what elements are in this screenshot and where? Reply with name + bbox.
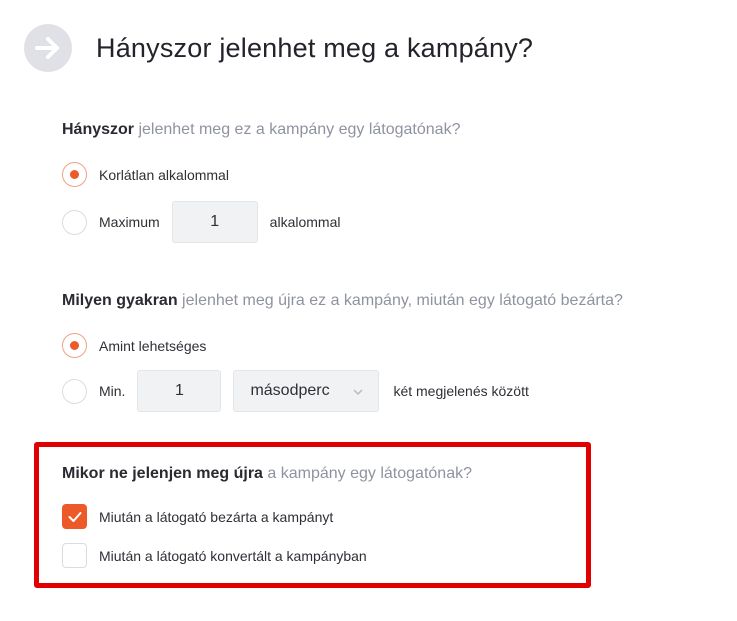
radio-label-suffix: alkalommal <box>269 214 341 230</box>
arrow-right-icon[interactable] <box>24 24 72 72</box>
chevron-down-icon <box>352 385 364 403</box>
max-count-input[interactable]: 1 <box>171 201 258 243</box>
question-rest: a kampány egy látogatónak? <box>262 465 472 482</box>
interval-unit-select[interactable]: másodperc <box>233 370 380 412</box>
question-frequency-count: Hányszor jelenhet meg ez a kampány egy l… <box>62 120 460 140</box>
checkbox-option-closed[interactable]: Miután a látogató bezárta a kampányt <box>62 504 333 529</box>
question-rest: jelenhet meg ez a kampány egy látogatóna… <box>134 121 461 138</box>
question-strong: Milyen gyakran <box>62 292 178 309</box>
radio-option-asap[interactable]: Amint lehetséges <box>62 333 206 358</box>
question-strong: Hányszor <box>62 121 135 138</box>
select-value: másodperc <box>250 382 330 399</box>
page-title: Hányszor jelenhet meg a kampány? <box>96 32 534 63</box>
checkbox-label: Miután a látogató bezárta a kampányt <box>99 508 334 525</box>
radio-button[interactable] <box>62 378 87 404</box>
radio-label: Amint lehetséges <box>99 337 207 354</box>
radio-option-unlimited[interactable]: Korlátlan alkalommal <box>62 162 229 187</box>
radio-label-prefix: Min. <box>99 383 126 399</box>
radio-option-min-interval[interactable]: Min. 1 másodperc két megjelenés között <box>62 370 529 412</box>
question-strong: Mikor ne jelenjen meg újra <box>62 465 263 482</box>
radio-button[interactable] <box>62 209 87 235</box>
question-stop-showing: Mikor ne jelenjen meg újra a kampány egy… <box>62 464 472 484</box>
question-frequency-interval: Milyen gyakran jelenhet meg újra ez a ka… <box>62 291 623 311</box>
question-rest: jelenhet meg újra ez a kampány, miután e… <box>177 292 623 309</box>
radio-label-prefix: Maximum <box>99 214 160 230</box>
checkbox[interactable] <box>62 543 87 568</box>
min-interval-input[interactable]: 1 <box>137 370 222 412</box>
check-icon <box>68 511 81 522</box>
radio-label-suffix: két megjelenés között <box>393 383 529 399</box>
radio-button-checked[interactable] <box>62 333 87 358</box>
checkbox-checked[interactable] <box>62 504 87 529</box>
radio-option-maximum[interactable]: Maximum 1 alkalommal <box>62 201 340 243</box>
checkbox-label: Miután a látogató konvertált a kampányba… <box>99 547 367 564</box>
radio-button-checked[interactable] <box>62 162 87 187</box>
radio-label: Korlátlan alkalommal <box>99 166 229 183</box>
page-header: Hányszor jelenhet meg a kampány? <box>24 24 533 72</box>
checkbox-option-converted[interactable]: Miután a látogató konvertált a kampányba… <box>62 543 367 568</box>
